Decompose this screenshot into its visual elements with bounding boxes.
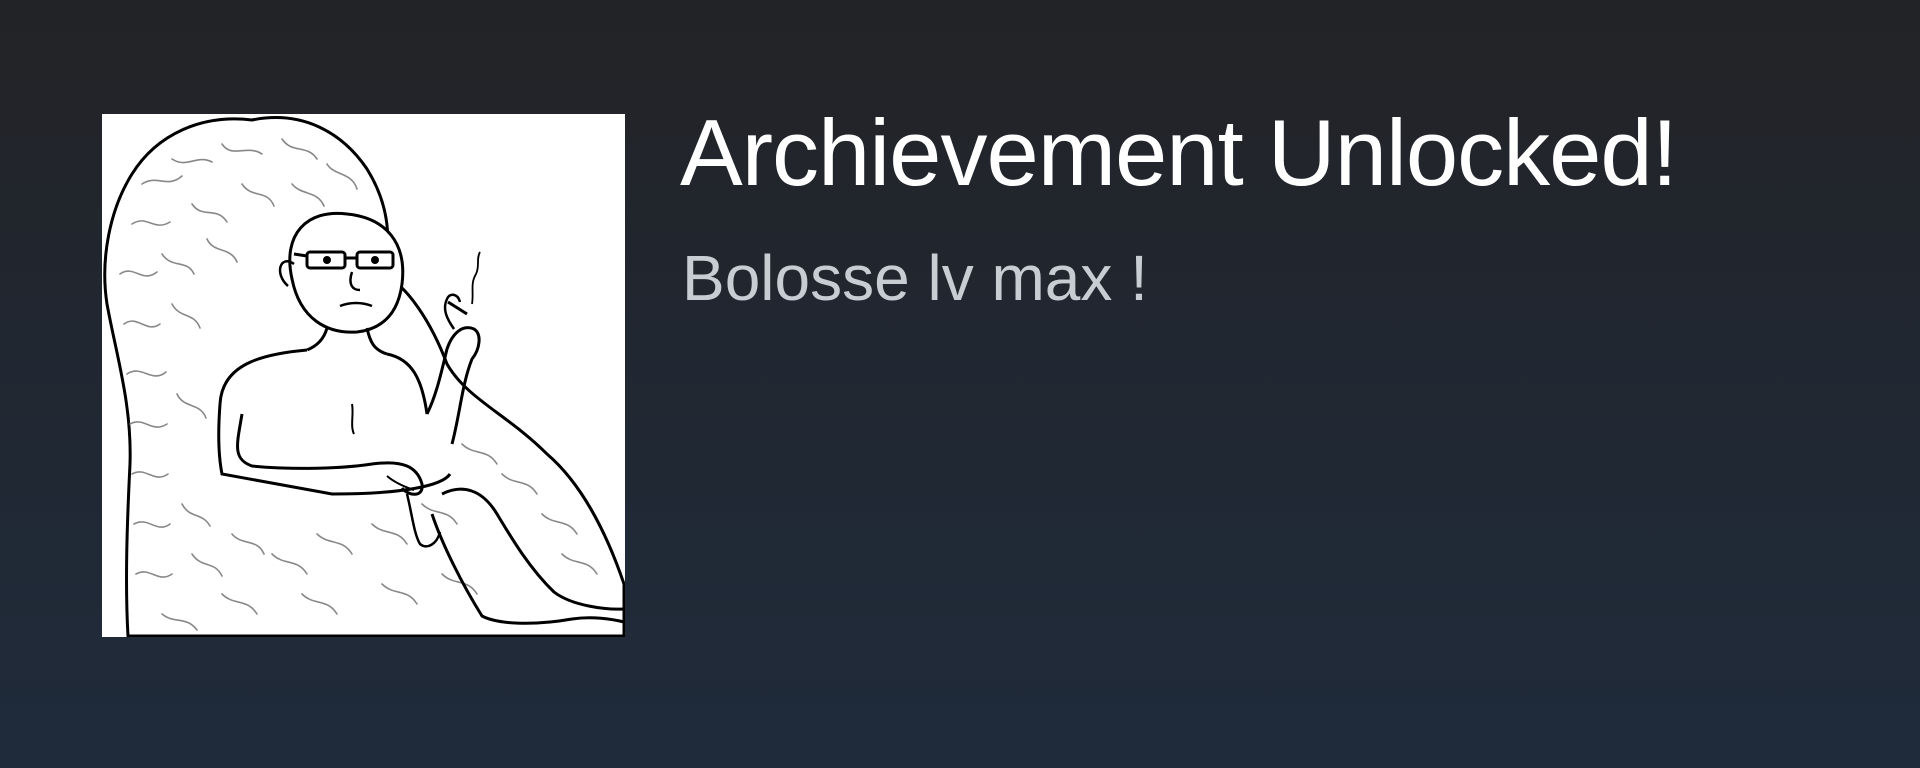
achievement-notification: Archievement Unlocked! Bolosse lv max ! bbox=[0, 0, 1920, 768]
wojak-brain-armchair-icon bbox=[102, 114, 625, 637]
achievement-description: Bolosse lv max ! bbox=[682, 242, 1148, 314]
achievement-title: Archievement Unlocked! bbox=[680, 100, 1678, 205]
achievement-image bbox=[102, 114, 625, 637]
